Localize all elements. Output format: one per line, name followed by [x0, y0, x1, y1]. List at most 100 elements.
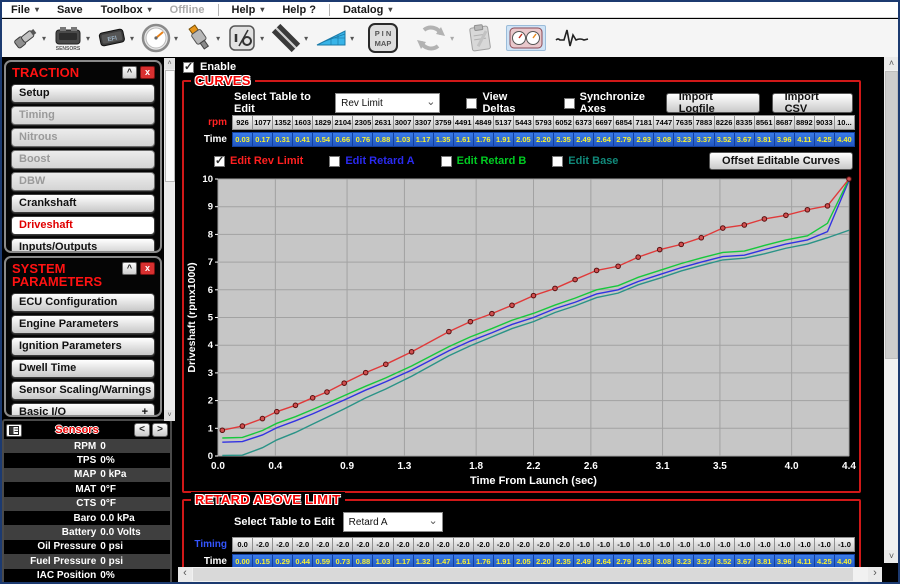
traction-item-driveshaft[interactable]: Driveshaft — [11, 216, 155, 235]
timing-cell[interactable]: -2.0 — [373, 537, 393, 552]
timing-cell[interactable]: -2.0 — [554, 537, 574, 552]
enable-checkbox[interactable]: ✓ — [183, 62, 194, 73]
time-cell[interactable]: 3.23 — [674, 132, 694, 147]
time-cell[interactable]: 1.17 — [414, 132, 434, 147]
fan-icon[interactable]: ▾ — [312, 22, 356, 54]
menu-file[interactable]: File▾ — [2, 2, 48, 17]
timing-cell[interactable]: -2.0 — [534, 537, 554, 552]
belt-icon[interactable]: ▾ — [268, 21, 310, 55]
retard-table-select[interactable]: Retard A ⌄ — [343, 512, 443, 532]
time-cell[interactable]: 0.76 — [353, 132, 373, 147]
rpm-cell[interactable]: 8892 — [795, 115, 815, 130]
rpm-cell[interactable]: 8561 — [755, 115, 775, 130]
timing-cell[interactable]: -2.0 — [494, 537, 514, 552]
menu-help[interactable]: Help▾ — [223, 2, 274, 17]
system-parameters-item-dwell-time[interactable]: Dwell Time — [11, 359, 155, 378]
rpm-cell[interactable]: 7181 — [634, 115, 654, 130]
edit-retard-b-checkbox[interactable] — [441, 156, 452, 167]
scroll-up-icon[interactable]: ˄ — [884, 57, 899, 70]
rpm-cell[interactable]: 4849 — [474, 115, 494, 130]
time-cell[interactable]: 0.03 — [232, 132, 253, 147]
scroll-down-icon[interactable]: ˅ — [164, 410, 175, 421]
pin-map-icon[interactable]: P I NMAP — [364, 20, 402, 56]
edit-rev-limit-checkbox[interactable]: ✓ — [214, 156, 225, 167]
time-cell[interactable]: 1.03 — [394, 132, 414, 147]
timing-cell[interactable]: -2.0 — [474, 537, 494, 552]
timing-cell[interactable]: -1.0 — [634, 537, 654, 552]
scroll-down-icon[interactable]: ˅ — [884, 550, 899, 563]
time-cell[interactable]: 4.25 — [815, 132, 835, 147]
timing-cell[interactable]: -2.0 — [414, 537, 434, 552]
timing-cell[interactable]: -1.0 — [694, 537, 714, 552]
rpm-cell[interactable]: 1829 — [313, 115, 333, 130]
time-cell[interactable]: 0.31 — [273, 132, 293, 147]
time-cell[interactable]: 2.49 — [574, 132, 594, 147]
dropdown-arrow-icon[interactable]: ▾ — [42, 34, 46, 43]
dropdown-arrow-icon[interactable]: ▾ — [350, 34, 354, 43]
timing-cell[interactable]: -1.0 — [594, 537, 614, 552]
timing-cell[interactable]: -1.0 — [835, 537, 855, 552]
dropdown-arrow-icon[interactable]: ▾ — [260, 34, 264, 43]
time-cell[interactable]: 2.20 — [534, 132, 554, 147]
import-csv-button[interactable]: Import CSV — [772, 93, 853, 113]
system-parameters-item-sensor-scaling-warnings[interactable]: Sensor Scaling/Warnings + — [11, 381, 155, 400]
timing-cell[interactable]: -2.0 — [434, 537, 454, 552]
rpm-cell[interactable]: 3759 — [434, 115, 454, 130]
time-cell[interactable]: 2.35 — [554, 132, 574, 147]
scroll-left-icon[interactable]: ‹ — [178, 567, 192, 582]
timing-cell[interactable]: -1.0 — [735, 537, 755, 552]
timing-cell[interactable]: 0.0 — [232, 537, 253, 552]
rpm-cell[interactable]: 2305 — [353, 115, 373, 130]
edit-base-checkbox[interactable] — [552, 156, 563, 167]
menu-datalog[interactable]: Datalog▾ — [334, 2, 401, 17]
timing-cell[interactable]: -2.0 — [273, 537, 293, 552]
rpm-cell[interactable]: 1077 — [253, 115, 273, 130]
time-cell[interactable]: 2.93 — [634, 132, 654, 147]
time-cell[interactable]: 2.64 — [594, 132, 614, 147]
sidebar-scrollbar[interactable]: ˄ ˅ — [164, 58, 175, 421]
rpm-cell[interactable]: 2104 — [333, 115, 353, 130]
time-cell[interactable]: 1.35 — [434, 132, 454, 147]
time-cell[interactable]: 1.91 — [494, 132, 514, 147]
timing-cell[interactable]: -1.0 — [574, 537, 594, 552]
timing-cell[interactable]: -2.0 — [333, 537, 353, 552]
table-select[interactable]: Rev Limit ⌄ — [335, 93, 440, 113]
time-cell[interactable]: 3.52 — [715, 132, 735, 147]
time-cell[interactable]: 0.17 — [253, 132, 273, 147]
timing-cell[interactable]: -1.0 — [775, 537, 795, 552]
timing-cell[interactable]: -2.0 — [514, 537, 534, 552]
dropdown-arrow-icon[interactable]: ▾ — [130, 34, 134, 43]
dropdown-arrow-icon[interactable]: ▾ — [174, 34, 178, 43]
gauge-icon[interactable]: ▾ — [138, 21, 180, 55]
time-cell[interactable]: 2.79 — [614, 132, 634, 147]
timing-cell[interactable]: -1.0 — [795, 537, 815, 552]
dropdown-arrow-icon[interactable]: ▾ — [304, 34, 308, 43]
rpm-cell[interactable]: 7635 — [674, 115, 694, 130]
timing-cell[interactable]: -1.0 — [715, 537, 735, 552]
rpm-cell[interactable]: 6373 — [574, 115, 594, 130]
timing-cell[interactable]: -2.0 — [353, 537, 373, 552]
collapse-button[interactable]: ^ — [122, 66, 137, 79]
timing-cell[interactable]: -2.0 — [253, 537, 273, 552]
close-icon[interactable]: x — [140, 66, 155, 79]
scroll-right-icon[interactable]: › — [868, 567, 882, 582]
rpm-cell[interactable]: 3307 — [414, 115, 434, 130]
rpm-cell[interactable]: 5443 — [514, 115, 534, 130]
dropdown-arrow-icon[interactable]: ▾ — [216, 34, 220, 43]
traction-item-setup[interactable]: Setup — [11, 84, 155, 103]
rpm-cell[interactable]: 4491 — [454, 115, 474, 130]
rpm-cell[interactable]: 6854 — [614, 115, 634, 130]
rpm-cell[interactable]: 6052 — [554, 115, 574, 130]
rpm-cell[interactable]: 9033 — [815, 115, 835, 130]
timing-cell[interactable]: -1.0 — [614, 537, 634, 552]
io-icon[interactable]: ▾ — [224, 21, 266, 55]
rpm-cell[interactable]: 8226 — [715, 115, 735, 130]
time-cell[interactable]: 3.67 — [735, 132, 755, 147]
time-cell[interactable]: 0.66 — [333, 132, 353, 147]
timing-cell[interactable]: -2.0 — [293, 537, 313, 552]
sensors-layout-icon[interactable] — [6, 424, 22, 437]
rpm-cell[interactable]: 3007 — [394, 115, 414, 130]
curves-chart[interactable]: 0123456789100.00.40.91.31.82.22.63.13.54… — [186, 172, 859, 495]
time-cell[interactable]: 0.54 — [313, 132, 333, 147]
time-cell[interactable]: 0.41 — [293, 132, 313, 147]
